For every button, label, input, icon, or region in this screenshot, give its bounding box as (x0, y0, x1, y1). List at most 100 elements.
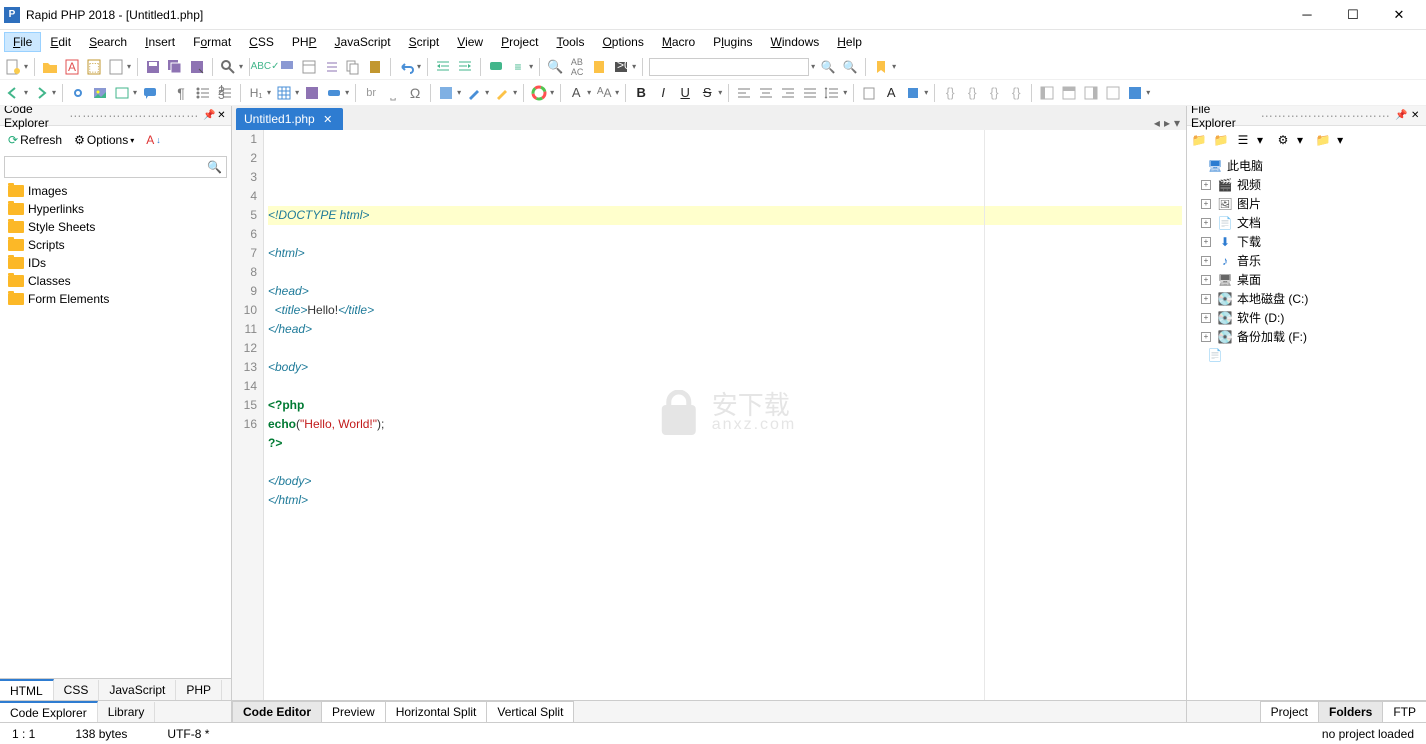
sort-button[interactable]: A↓ (142, 131, 165, 149)
tab-prev-icon[interactable]: ◂ (1154, 116, 1160, 130)
terminal-icon[interactable]: >0 (612, 58, 630, 76)
menu-file[interactable]: File (4, 32, 41, 52)
button-icon[interactable] (325, 84, 343, 102)
box-style-icon[interactable] (437, 84, 455, 102)
code-explorer-search-input[interactable] (9, 160, 207, 174)
undo-icon[interactable] (397, 58, 415, 76)
bullets-icon[interactable] (194, 84, 212, 102)
menu-javascript[interactable]: JavaScript (326, 32, 400, 52)
file-type-a-icon[interactable]: A (63, 58, 81, 76)
table-icon[interactable] (300, 58, 318, 76)
panel-close-icon[interactable]: ✕ (216, 109, 227, 123)
fe-folder-icon[interactable]: 📁 (1315, 132, 1331, 148)
color-wheel-icon[interactable] (530, 84, 548, 102)
expander-icon[interactable]: + (1201, 332, 1211, 342)
code-area[interactable]: 安下载anxz.com <!DOCTYPE html> <html> <head… (264, 130, 1186, 700)
italic-icon[interactable]: I (654, 84, 672, 102)
fe-blank-file[interactable]: 📄 (1187, 346, 1426, 364)
align-center-icon[interactable] (757, 84, 775, 102)
status-encoding[interactable]: UTF-8 * (167, 727, 209, 741)
code-editor[interactable]: 12345678910111213141516 安下载anxz.com <!DO… (232, 130, 1186, 700)
image-icon[interactable] (91, 84, 109, 102)
ce-item-hyperlinks[interactable]: Hyperlinks (0, 200, 231, 218)
save-all-icon[interactable] (166, 58, 184, 76)
anchor-icon[interactable] (113, 84, 131, 102)
tab-html[interactable]: HTML (0, 679, 54, 701)
menu-search[interactable]: Search (80, 32, 136, 52)
tab-css[interactable]: CSS (54, 680, 100, 700)
menu-edit[interactable]: Edit (41, 32, 80, 52)
expander-icon[interactable]: + (1201, 275, 1211, 285)
fe-item[interactable]: +🖥桌面 (1187, 270, 1426, 289)
tab-code-explorer[interactable]: Code Explorer (0, 701, 98, 723)
tab-menu-icon[interactable]: ▾ (1174, 116, 1180, 130)
line-spacing-icon[interactable] (823, 84, 841, 102)
expander-icon[interactable]: + (1201, 256, 1211, 266)
clipboard-icon[interactable] (860, 84, 878, 102)
tab-javascript[interactable]: JavaScript (99, 680, 176, 700)
expander-icon[interactable]: + (1201, 294, 1211, 304)
tab-vertical-split[interactable]: Vertical Split (486, 701, 574, 723)
menu-format[interactable]: Format (184, 32, 240, 52)
file-type-b-icon[interactable]: ⬚ (85, 58, 103, 76)
panel-1-icon[interactable] (1038, 84, 1056, 102)
panel-4-icon[interactable] (1104, 84, 1122, 102)
find-replace-icon[interactable]: ABAC (568, 58, 586, 76)
braces-1-icon[interactable]: {} (941, 84, 959, 102)
menu-script[interactable]: Script (400, 32, 449, 52)
panel-3-icon[interactable] (1082, 84, 1100, 102)
menu-tools[interactable]: Tools (547, 32, 593, 52)
save-as-icon[interactable] (188, 58, 206, 76)
paste-icon[interactable] (366, 58, 384, 76)
menu-windows[interactable]: Windows (762, 32, 829, 52)
ce-item-style-sheets[interactable]: Style Sheets (0, 218, 231, 236)
expander-icon[interactable]: + (1201, 313, 1211, 323)
braces-2-icon[interactable]: {} (963, 84, 981, 102)
align-left-icon[interactable] (735, 84, 753, 102)
font-color-icon[interactable]: A (567, 84, 585, 102)
ce-item-form-elements[interactable]: Form Elements (0, 290, 231, 308)
expander-icon[interactable]: + (1201, 199, 1211, 209)
braces-4-icon[interactable]: {} (1007, 84, 1025, 102)
minimize-button[interactable]: ─ (1284, 0, 1330, 30)
numbered-icon[interactable]: 123 (216, 84, 234, 102)
tab-horizontal-split[interactable]: Horizontal Split (385, 701, 488, 723)
close-button[interactable]: ✕ (1376, 0, 1422, 30)
tab-php[interactable]: PHP (176, 680, 222, 700)
fe-new-icon[interactable]: 📁 (1213, 132, 1229, 148)
speech-icon[interactable] (141, 84, 159, 102)
fe-item[interactable]: +🎬视频 (1187, 175, 1426, 194)
forward-icon[interactable] (32, 84, 50, 102)
fe-item[interactable]: +💽备份加载 (F:) (1187, 327, 1426, 346)
search-combo[interactable] (649, 58, 809, 76)
refresh-button[interactable]: ⟳ Refresh (4, 131, 66, 149)
fe-view-icon[interactable]: ☰ (1235, 132, 1251, 148)
ce-item-images[interactable]: Images (0, 182, 231, 200)
ce-item-classes[interactable]: Classes (0, 272, 231, 290)
fe-item[interactable]: +⬇下载 (1187, 232, 1426, 251)
binocular-icon[interactable]: 🔍 (546, 58, 564, 76)
font-size-icon[interactable]: AA (595, 84, 613, 102)
menu-view[interactable]: View (448, 32, 492, 52)
braces-3-icon[interactable]: {} (985, 84, 1003, 102)
menu-help[interactable]: Help (828, 32, 871, 52)
tag-icon[interactable]: ≡ (509, 58, 527, 76)
table-insert-icon[interactable] (275, 84, 293, 102)
tab-code-editor[interactable]: Code Editor (232, 701, 322, 723)
align-justify-icon[interactable] (801, 84, 819, 102)
expander-icon[interactable]: + (1201, 180, 1211, 190)
tab-close-icon[interactable]: ✕ (321, 112, 335, 126)
menu-css[interactable]: CSS (240, 32, 283, 52)
fe-up-icon[interactable]: 📁 (1191, 132, 1207, 148)
tab-folders[interactable]: Folders (1318, 701, 1383, 723)
open-folder-icon[interactable] (41, 58, 59, 76)
menu-plugins[interactable]: Plugins (704, 32, 761, 52)
find-prev-icon[interactable]: 🔍 (841, 58, 859, 76)
panel-close-icon[interactable]: ✕ (1408, 109, 1422, 123)
fe-item[interactable]: +🖼图片 (1187, 194, 1426, 213)
expander-icon[interactable]: + (1201, 237, 1211, 247)
brush-icon[interactable] (465, 84, 483, 102)
search-icon[interactable] (219, 58, 237, 76)
tab-ftp[interactable]: FTP (1382, 701, 1426, 723)
highlight-icon[interactable] (278, 58, 296, 76)
